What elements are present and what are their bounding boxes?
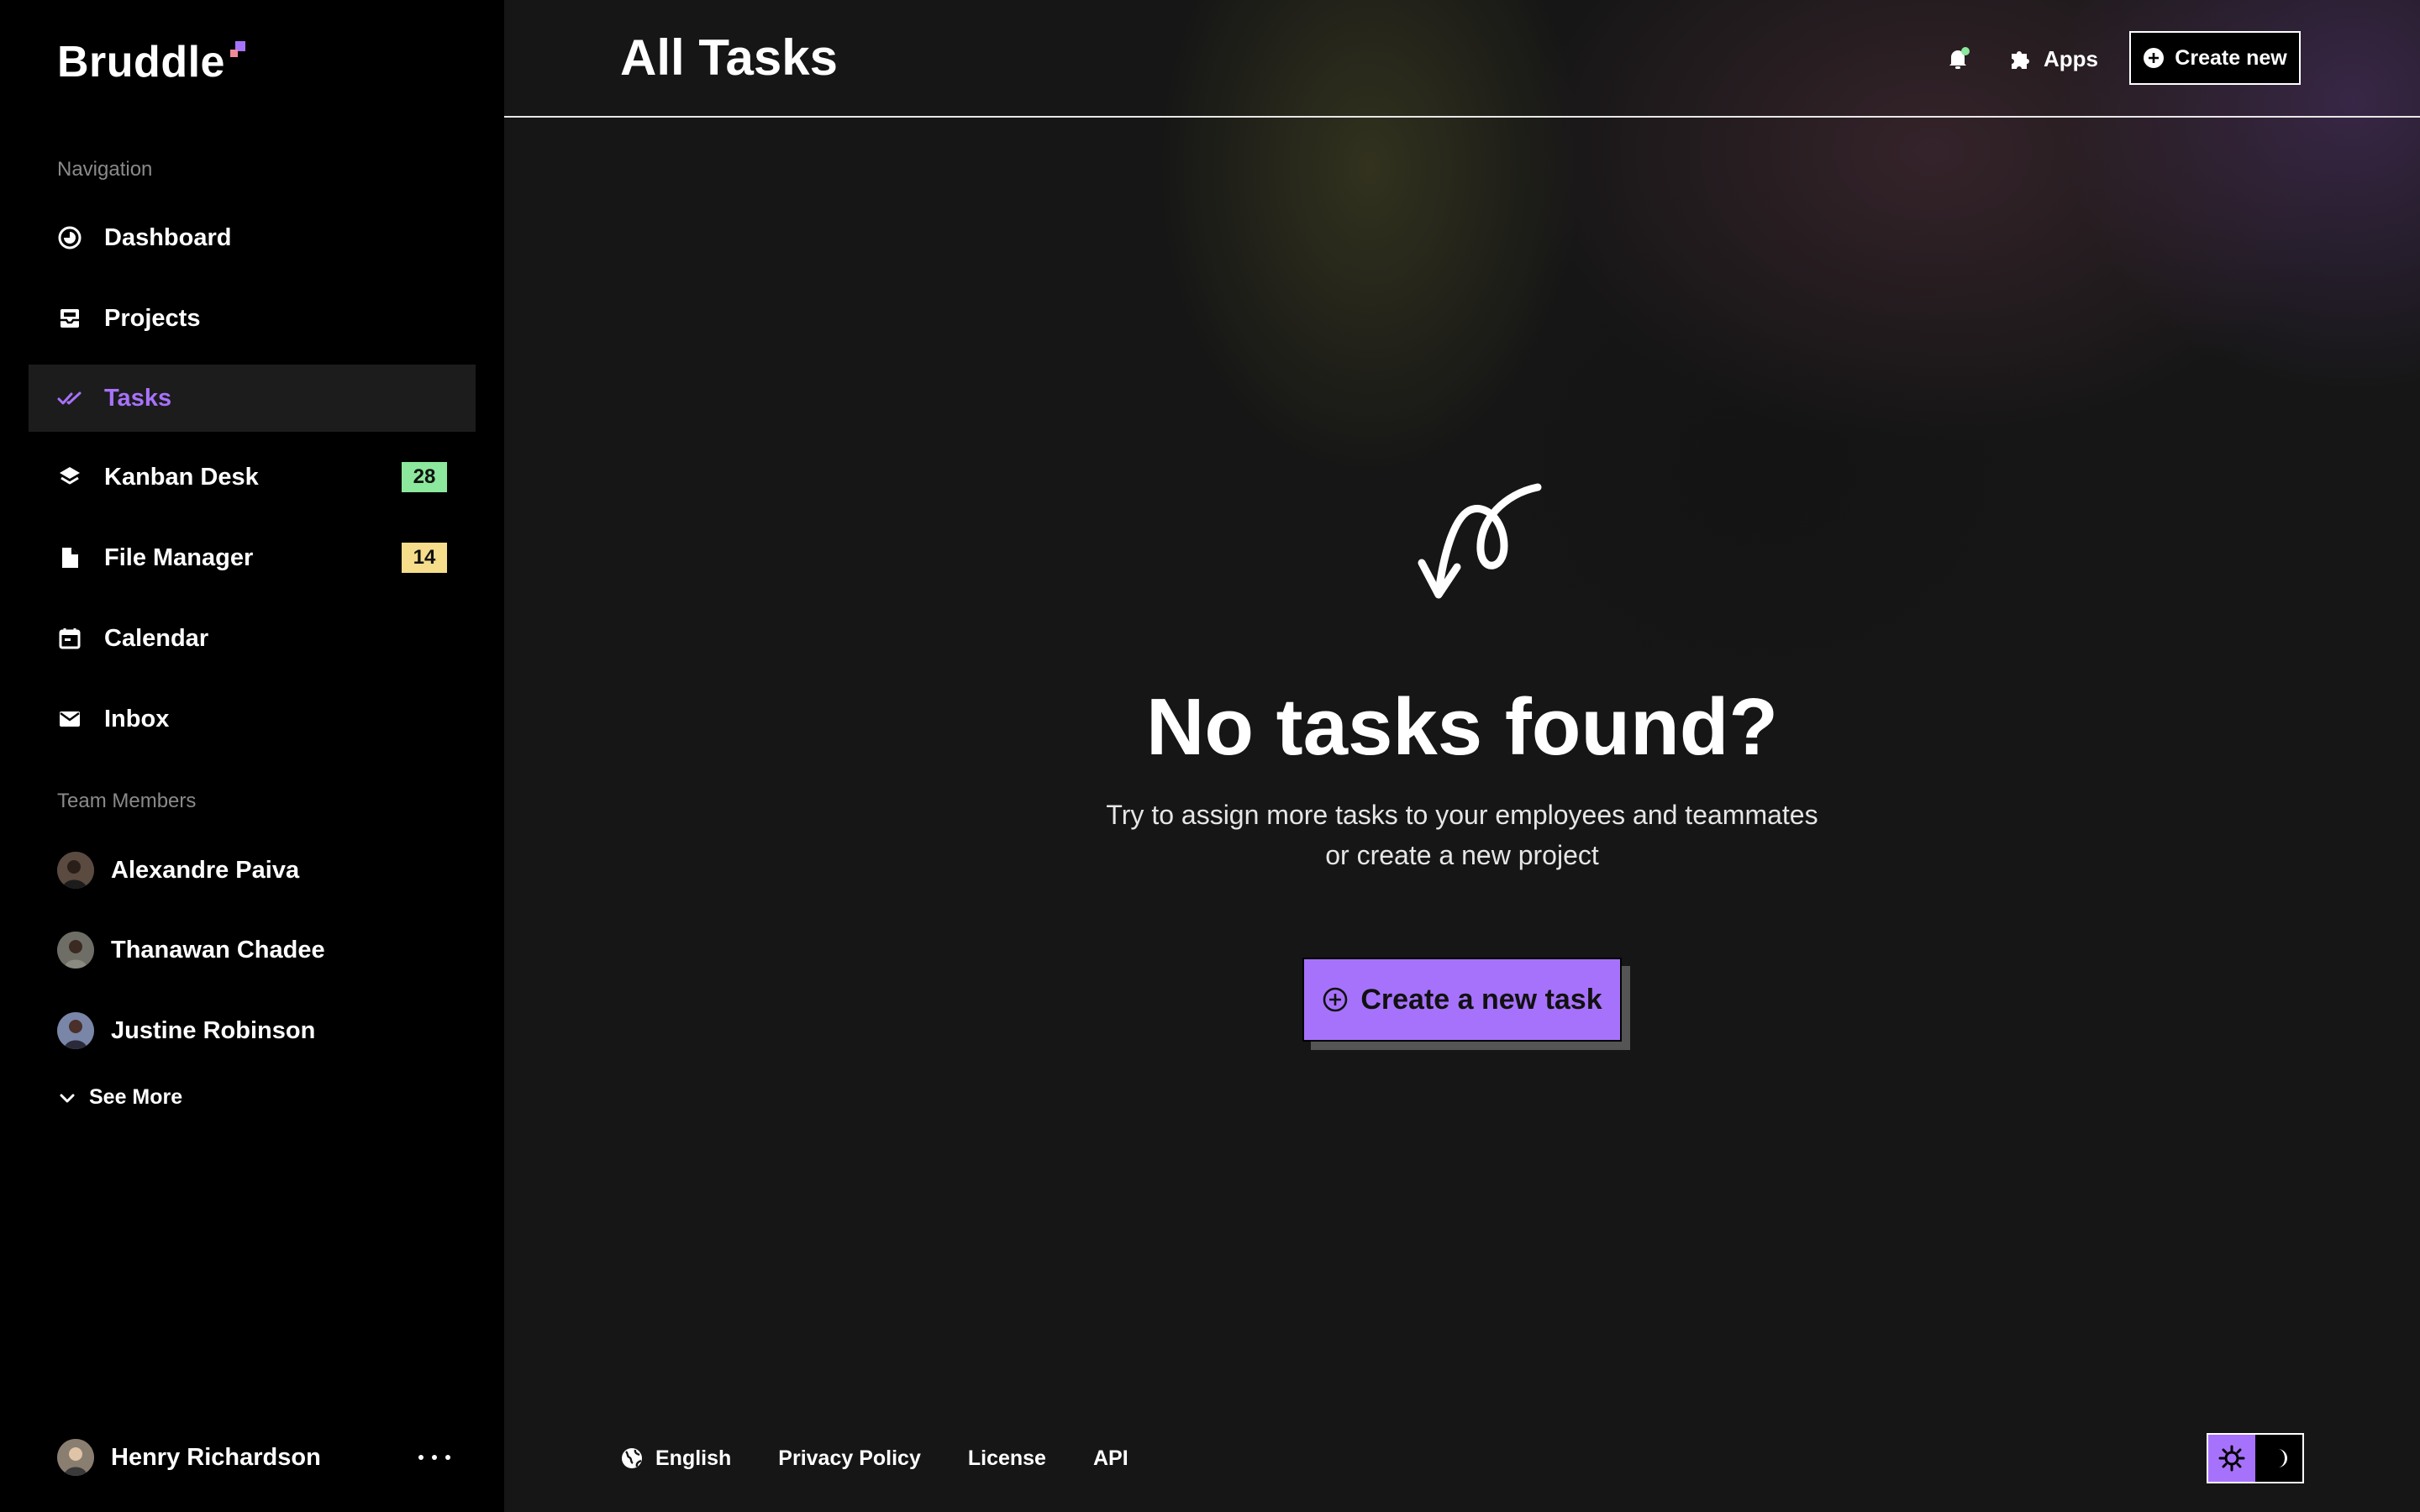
user-profile[interactable]: Henry Richardson — [57, 1436, 321, 1478]
empty-state-subtitle: Try to assign more tasks to your employe… — [504, 795, 2420, 875]
member-name: Alexandre Paiva — [111, 856, 300, 884]
curly-arrow-icon — [1418, 483, 1542, 599]
plus-circle-icon — [1323, 987, 1348, 1012]
sidebar-item-kanban-desk[interactable]: Kanban Desk 28 — [29, 444, 476, 511]
sidebar-item-projects[interactable]: Projects — [29, 285, 476, 352]
globe-icon — [622, 1448, 642, 1468]
count-badge: 28 — [402, 462, 447, 492]
team-member-justine-robinson[interactable]: Justine Robinson — [57, 1005, 315, 1056]
avatar — [57, 932, 94, 969]
sidebar-item-dashboard[interactable]: Dashboard — [29, 204, 476, 271]
create-new-label: Create new — [2175, 45, 2287, 70]
logo-mark-icon — [230, 41, 247, 58]
sidebar: Bruddle Navigation Dashboard Projects Ta… — [0, 0, 504, 1512]
license-link[interactable]: License — [968, 1446, 1046, 1471]
privacy-policy-link[interactable]: Privacy Policy — [778, 1446, 921, 1471]
language-label: English — [655, 1446, 732, 1470]
member-name: Thanawan Chadee — [111, 936, 325, 963]
dark-mode-button[interactable] — [2255, 1435, 2302, 1482]
team-member-thanawan-chadee[interactable]: Thanawan Chadee — [57, 925, 325, 975]
app-logo[interactable]: Bruddle — [57, 37, 245, 87]
header-divider — [504, 116, 2420, 118]
page-title: All Tasks — [620, 29, 839, 86]
main-content: All Tasks Apps Create new No tasks found… — [504, 0, 2420, 1512]
sidebar-item-label: Tasks — [104, 384, 172, 412]
footer: English Privacy Policy License API — [620, 1441, 1176, 1475]
avatar — [57, 852, 94, 889]
sidebar-item-label: Projects — [104, 304, 201, 332]
more-options-icon[interactable] — [418, 1445, 450, 1470]
calendar-icon — [59, 628, 81, 649]
puzzle-icon — [2012, 51, 2029, 69]
file-icon — [62, 548, 78, 568]
theme-toggle[interactable] — [2207, 1433, 2304, 1483]
avatar — [57, 1439, 94, 1476]
apps-button[interactable]: Apps — [2008, 42, 2098, 76]
avatar — [57, 1012, 94, 1049]
sidebar-item-inbox[interactable]: Inbox — [29, 685, 476, 753]
sidebar-item-calendar[interactable]: Calendar — [29, 605, 476, 672]
api-link[interactable]: API — [1093, 1446, 1128, 1471]
team-section-label: Team Members — [57, 790, 197, 812]
count-badge: 14 — [402, 543, 447, 573]
bell-icon — [1949, 47, 1970, 69]
sidebar-item-tasks[interactable]: Tasks — [29, 365, 476, 432]
plus-circle-icon — [2144, 48, 2165, 68]
app-logo-text: Bruddle — [57, 38, 225, 87]
apps-label: Apps — [2044, 45, 2098, 71]
sidebar-item-label: Dashboard — [104, 223, 232, 251]
empty-state-title: No tasks found? — [1145, 682, 1778, 772]
sidebar-item-label: Kanban Desk — [104, 463, 259, 491]
sidebar-item-file-manager[interactable]: File Manager 14 — [29, 524, 476, 591]
create-new-task-button[interactable]: Create a new task — [1302, 958, 1622, 1042]
profile-name: Henry Richardson — [111, 1443, 321, 1471]
sidebar-item-label: Inbox — [104, 705, 170, 732]
sun-gear-icon — [2218, 1445, 2245, 1472]
create-new-button[interactable]: Create new — [2129, 31, 2301, 85]
empty-state-subtitle-line: Try to assign more tasks to your employe… — [1106, 800, 1818, 830]
navigation-section-label: Navigation — [57, 158, 153, 181]
double-check-icon — [57, 391, 82, 405]
notifications-button[interactable] — [1943, 44, 1973, 74]
team-member-alexandre-paiva[interactable]: Alexandre Paiva — [57, 845, 299, 895]
dashboard-icon — [58, 226, 82, 249]
create-new-task-label: Create a new task — [1360, 983, 1602, 1016]
see-more-label: See More — [89, 1085, 183, 1109]
mail-icon — [60, 711, 80, 727]
member-name: Justine Robinson — [111, 1016, 316, 1044]
inbox-tray-icon — [60, 309, 79, 328]
moon-icon — [2278, 1449, 2287, 1467]
sidebar-item-label: File Manager — [104, 543, 254, 571]
chevron-down-icon — [60, 1094, 75, 1102]
sidebar-item-label: Calendar — [104, 624, 209, 652]
layers-icon — [60, 467, 80, 485]
empty-state-subtitle-line: or create a new project — [1325, 840, 1599, 870]
light-mode-button[interactable] — [2208, 1435, 2255, 1482]
see-more-button[interactable]: See More — [57, 1085, 182, 1110]
language-selector[interactable]: English — [620, 1446, 731, 1471]
